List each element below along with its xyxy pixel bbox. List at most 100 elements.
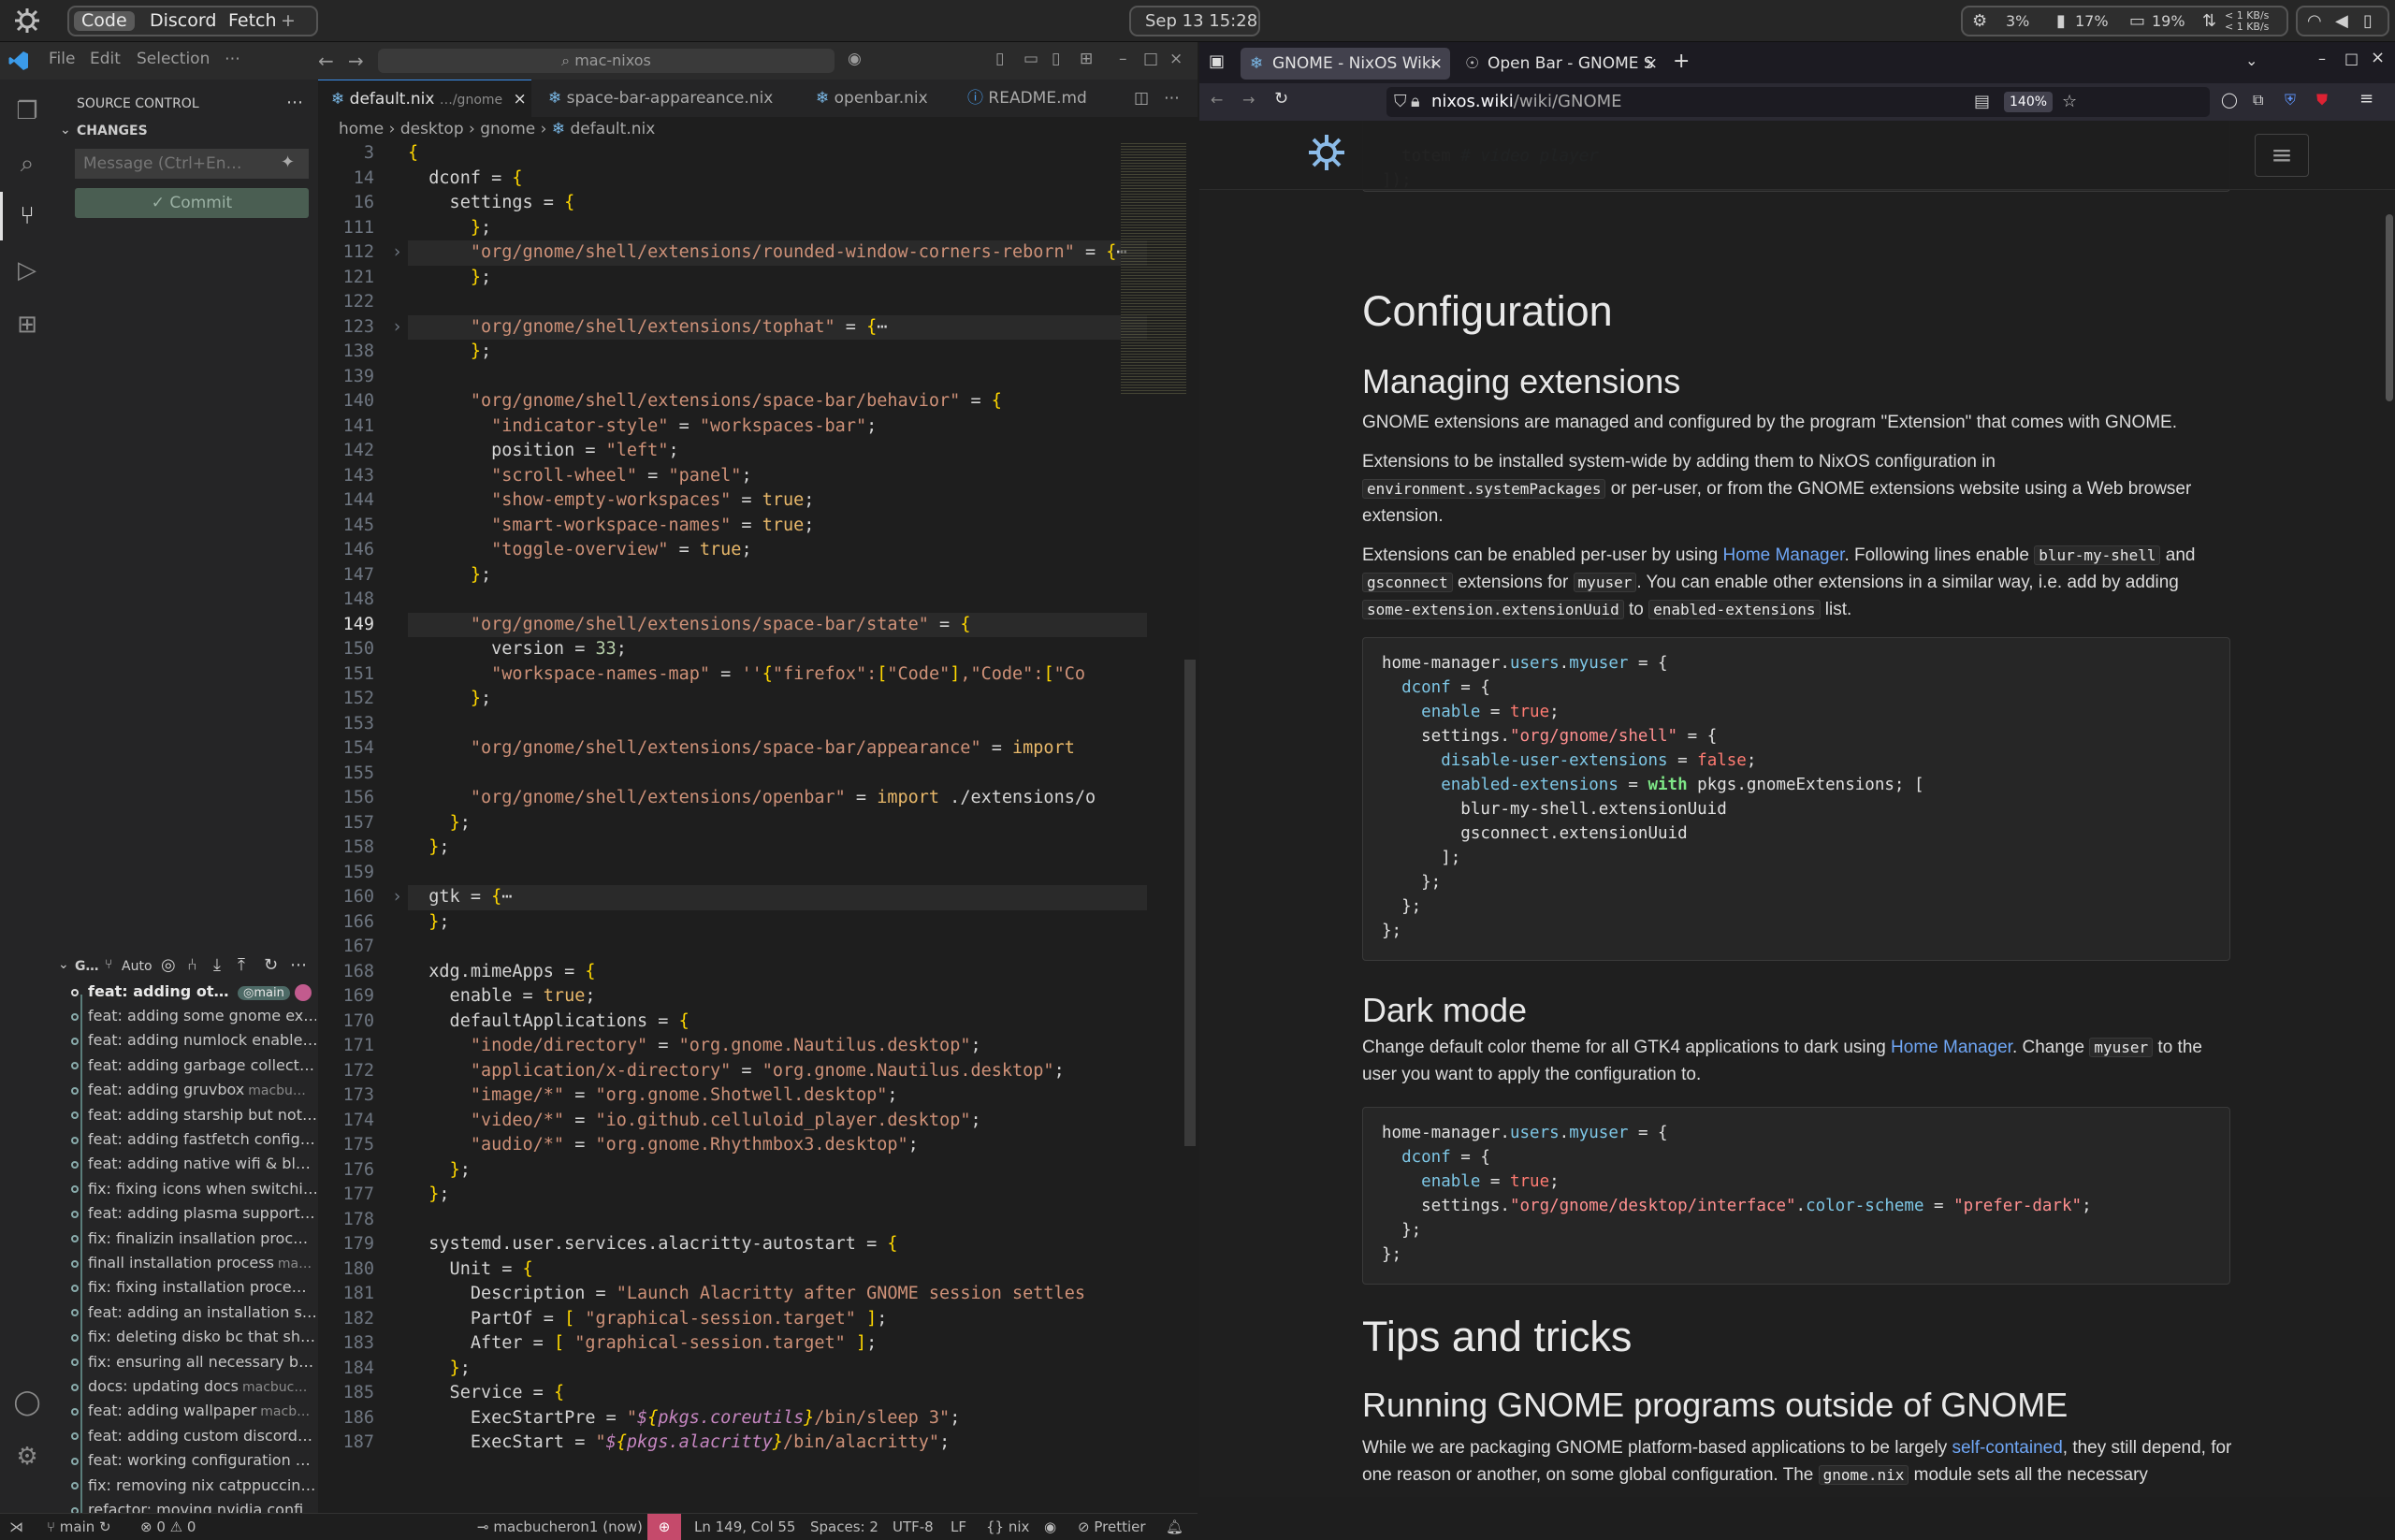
problems-status[interactable]: ⊗ 0 ⚠ 0: [140, 1514, 196, 1540]
list-item[interactable]: fix: ensuring all necessary b…: [65, 1350, 316, 1374]
branch-auto-icon[interactable]: ⑂: [105, 957, 112, 972]
commit-button[interactable]: ✓ Commit: [75, 188, 309, 218]
sidebar-more-icon[interactable]: ⋯: [286, 93, 303, 112]
list-item[interactable]: feat: adding gruvbox macbu…: [65, 1078, 316, 1102]
tab-space-bar-appareance[interactable]: ❄ space-bar-appareance.nix: [535, 80, 786, 117]
explorer-icon[interactable]: ❐: [12, 96, 42, 126]
encoding[interactable]: UTF-8: [893, 1514, 934, 1540]
system-stats-pill[interactable]: ⚙ 3% ▮ 17% ▭ 19% ⇅ < 1 KB/s < 1 KB/s: [1961, 6, 2288, 36]
list-item[interactable]: feat: adding starship but not…: [65, 1103, 316, 1127]
list-item[interactable]: feat: adding garbage collect…: [65, 1053, 316, 1078]
tab-open-bar[interactable]: ☉ Open Bar - GNOME S ×: [1456, 48, 1665, 80]
graph-more-icon[interactable]: ⋯: [290, 955, 307, 975]
breadcrumb-item[interactable]: default.nix: [571, 120, 656, 138]
push-icon[interactable]: ⤒: [238, 955, 245, 975]
list-item[interactable]: fix: fixing installation proce…: [65, 1275, 316, 1300]
prettier-status[interactable]: ⊘ Prettier: [1078, 1514, 1146, 1540]
command-center-search[interactable]: ⌕ mac-nixos: [378, 49, 835, 73]
menu-edit[interactable]: Edit: [90, 50, 121, 68]
changes-section-title[interactable]: CHANGES: [77, 123, 148, 138]
list-item[interactable]: feat: adding an installation s…: [65, 1300, 316, 1325]
list-item[interactable]: finall installation process ma…: [65, 1251, 316, 1275]
new-tab-button[interactable]: +: [1673, 50, 1690, 73]
list-item[interactable]: fix: fixing icons when switchi…: [65, 1177, 316, 1201]
fold-chevron-icon[interactable]: ›: [384, 240, 402, 266]
workspace-code[interactable]: Code: [74, 11, 135, 31]
list-item[interactable]: feat: adding custom discord…: [65, 1424, 316, 1448]
back-arrow-icon[interactable]: ←: [1211, 91, 1223, 109]
home-manager-link[interactable]: Home Manager: [1891, 1038, 2012, 1057]
tab-readme[interactable]: ⓘ README.md: [954, 80, 1100, 117]
branch-status[interactable]: ⑂ main ↻: [47, 1514, 111, 1540]
search-icon[interactable]: ⌕: [12, 149, 42, 179]
app-menu-icon[interactable]: ≡: [2359, 89, 2373, 109]
graph-section-title[interactable]: G…: [75, 959, 99, 974]
forward-arrow-icon[interactable]: →: [348, 50, 364, 72]
list-item[interactable]: feat: adding native wifi & bl…: [65, 1152, 316, 1176]
split-editor-icon[interactable]: ◫: [1128, 80, 1154, 117]
scrollbar[interactable]: [1184, 660, 1196, 1146]
list-item[interactable]: fix: finalizin insallation proc…: [65, 1227, 316, 1251]
list-item[interactable]: fix: deleting disko bc that sh…: [65, 1325, 316, 1349]
refresh-icon[interactable]: ↻: [264, 955, 278, 975]
language-mode[interactable]: {} nix: [986, 1514, 1029, 1540]
breadcrumb-item[interactable]: gnome: [480, 120, 535, 138]
account-icon[interactable]: ◯: [2221, 91, 2238, 109]
back-arrow-icon[interactable]: ←: [318, 50, 334, 72]
graph-chevron-icon[interactable]: ⌄: [58, 957, 69, 972]
list-item[interactable]: feat: adding ot… ◎main: [65, 980, 316, 1004]
copilot-status-icon[interactable]: ◉: [1044, 1514, 1056, 1540]
graph-auto-label[interactable]: Auto: [122, 959, 152, 974]
maximize-icon[interactable]: □: [1143, 50, 1158, 68]
extensions-icon[interactable]: ⧉: [2253, 91, 2263, 109]
tab-openbar[interactable]: ❄ openbar.nix: [803, 80, 941, 117]
clock-pill[interactable]: Sep 13 15:28: [1129, 6, 1260, 36]
manage-gear-icon[interactable]: ⚙: [12, 1442, 42, 1472]
git-blame-status[interactable]: ⊸ macbucheron1 (now): [477, 1514, 643, 1540]
extensions-icon[interactable]: ⊞: [12, 310, 42, 340]
nixos-logo-icon[interactable]: [13, 7, 41, 35]
close-icon[interactable]: ×: [2371, 48, 2385, 67]
list-item[interactable]: feat: adding some gnome ex…: [65, 1004, 316, 1028]
sparkle-icon[interactable]: ✦: [281, 153, 295, 172]
list-item[interactable]: feat: adding plasma support…: [65, 1201, 316, 1226]
hamburger-menu-button[interactable]: ≡: [2255, 134, 2309, 177]
self-contained-link[interactable]: self-contained: [1952, 1438, 2062, 1458]
ublock-icon[interactable]: ⛊: [2316, 91, 2328, 109]
list-item[interactable]: fix: removing nix catppuccin…: [65, 1474, 316, 1498]
indentation[interactable]: Spaces: 2: [810, 1514, 878, 1540]
list-item[interactable]: feat: adding wallpaper macb…: [65, 1399, 316, 1423]
tab-close-icon[interactable]: ×: [1645, 48, 1658, 80]
list-item[interactable]: feat: adding numlock enable…: [65, 1028, 316, 1053]
fold-chevron-icon[interactable]: ›: [384, 315, 402, 341]
fetch-icon[interactable]: ⤓: [213, 955, 221, 975]
zoom-level[interactable]: 140%: [2004, 92, 2054, 112]
page-scrollbar[interactable]: [2386, 214, 2393, 401]
toggle-primary-sidebar-icon[interactable]: ▯: [995, 50, 1004, 68]
add-workspace-button[interactable]: +: [273, 11, 303, 31]
editor-more-icon[interactable]: ⋯: [1158, 80, 1185, 117]
commit-message-input[interactable]: [75, 149, 309, 179]
graph-target-icon[interactable]: ◎: [161, 955, 176, 975]
graph-merge-icon[interactable]: ⑃: [187, 955, 197, 975]
home-manager-link[interactable]: Home Manager: [1723, 545, 1845, 565]
close-icon[interactable]: ×: [1169, 50, 1183, 68]
menu-selection[interactable]: Selection: [137, 50, 210, 68]
breadcrumb-item[interactable]: home: [339, 120, 384, 138]
eol[interactable]: LF: [951, 1514, 966, 1540]
nixos-logo-icon[interactable]: [1306, 132, 1347, 173]
minimap[interactable]: [1121, 141, 1186, 394]
reader-view-icon[interactable]: ▤: [1974, 87, 1990, 117]
tab-default-nix[interactable]: ❄ default.nix …/gnome ×: [318, 80, 531, 117]
bookmark-star-icon[interactable]: ☆: [2062, 87, 2077, 117]
reload-icon[interactable]: ↻: [1274, 89, 1288, 109]
breadcrumb-item[interactable]: desktop: [400, 120, 464, 138]
toggle-panel-icon[interactable]: ▭: [1023, 50, 1038, 68]
bitwarden-icon[interactable]: ⛨: [2285, 91, 2296, 109]
code-editor[interactable]: 3{14 dconf = {16 settings = {111 }; 112 › …: [318, 141, 1160, 1489]
zoom-icon[interactable]: ⊕: [647, 1514, 681, 1540]
workspace-discord[interactable]: Discord: [142, 11, 224, 31]
forward-arrow-icon[interactable]: →: [1242, 91, 1255, 109]
source-control-icon[interactable]: ⑂: [12, 201, 42, 231]
minimize-icon[interactable]: –: [1119, 50, 1127, 68]
